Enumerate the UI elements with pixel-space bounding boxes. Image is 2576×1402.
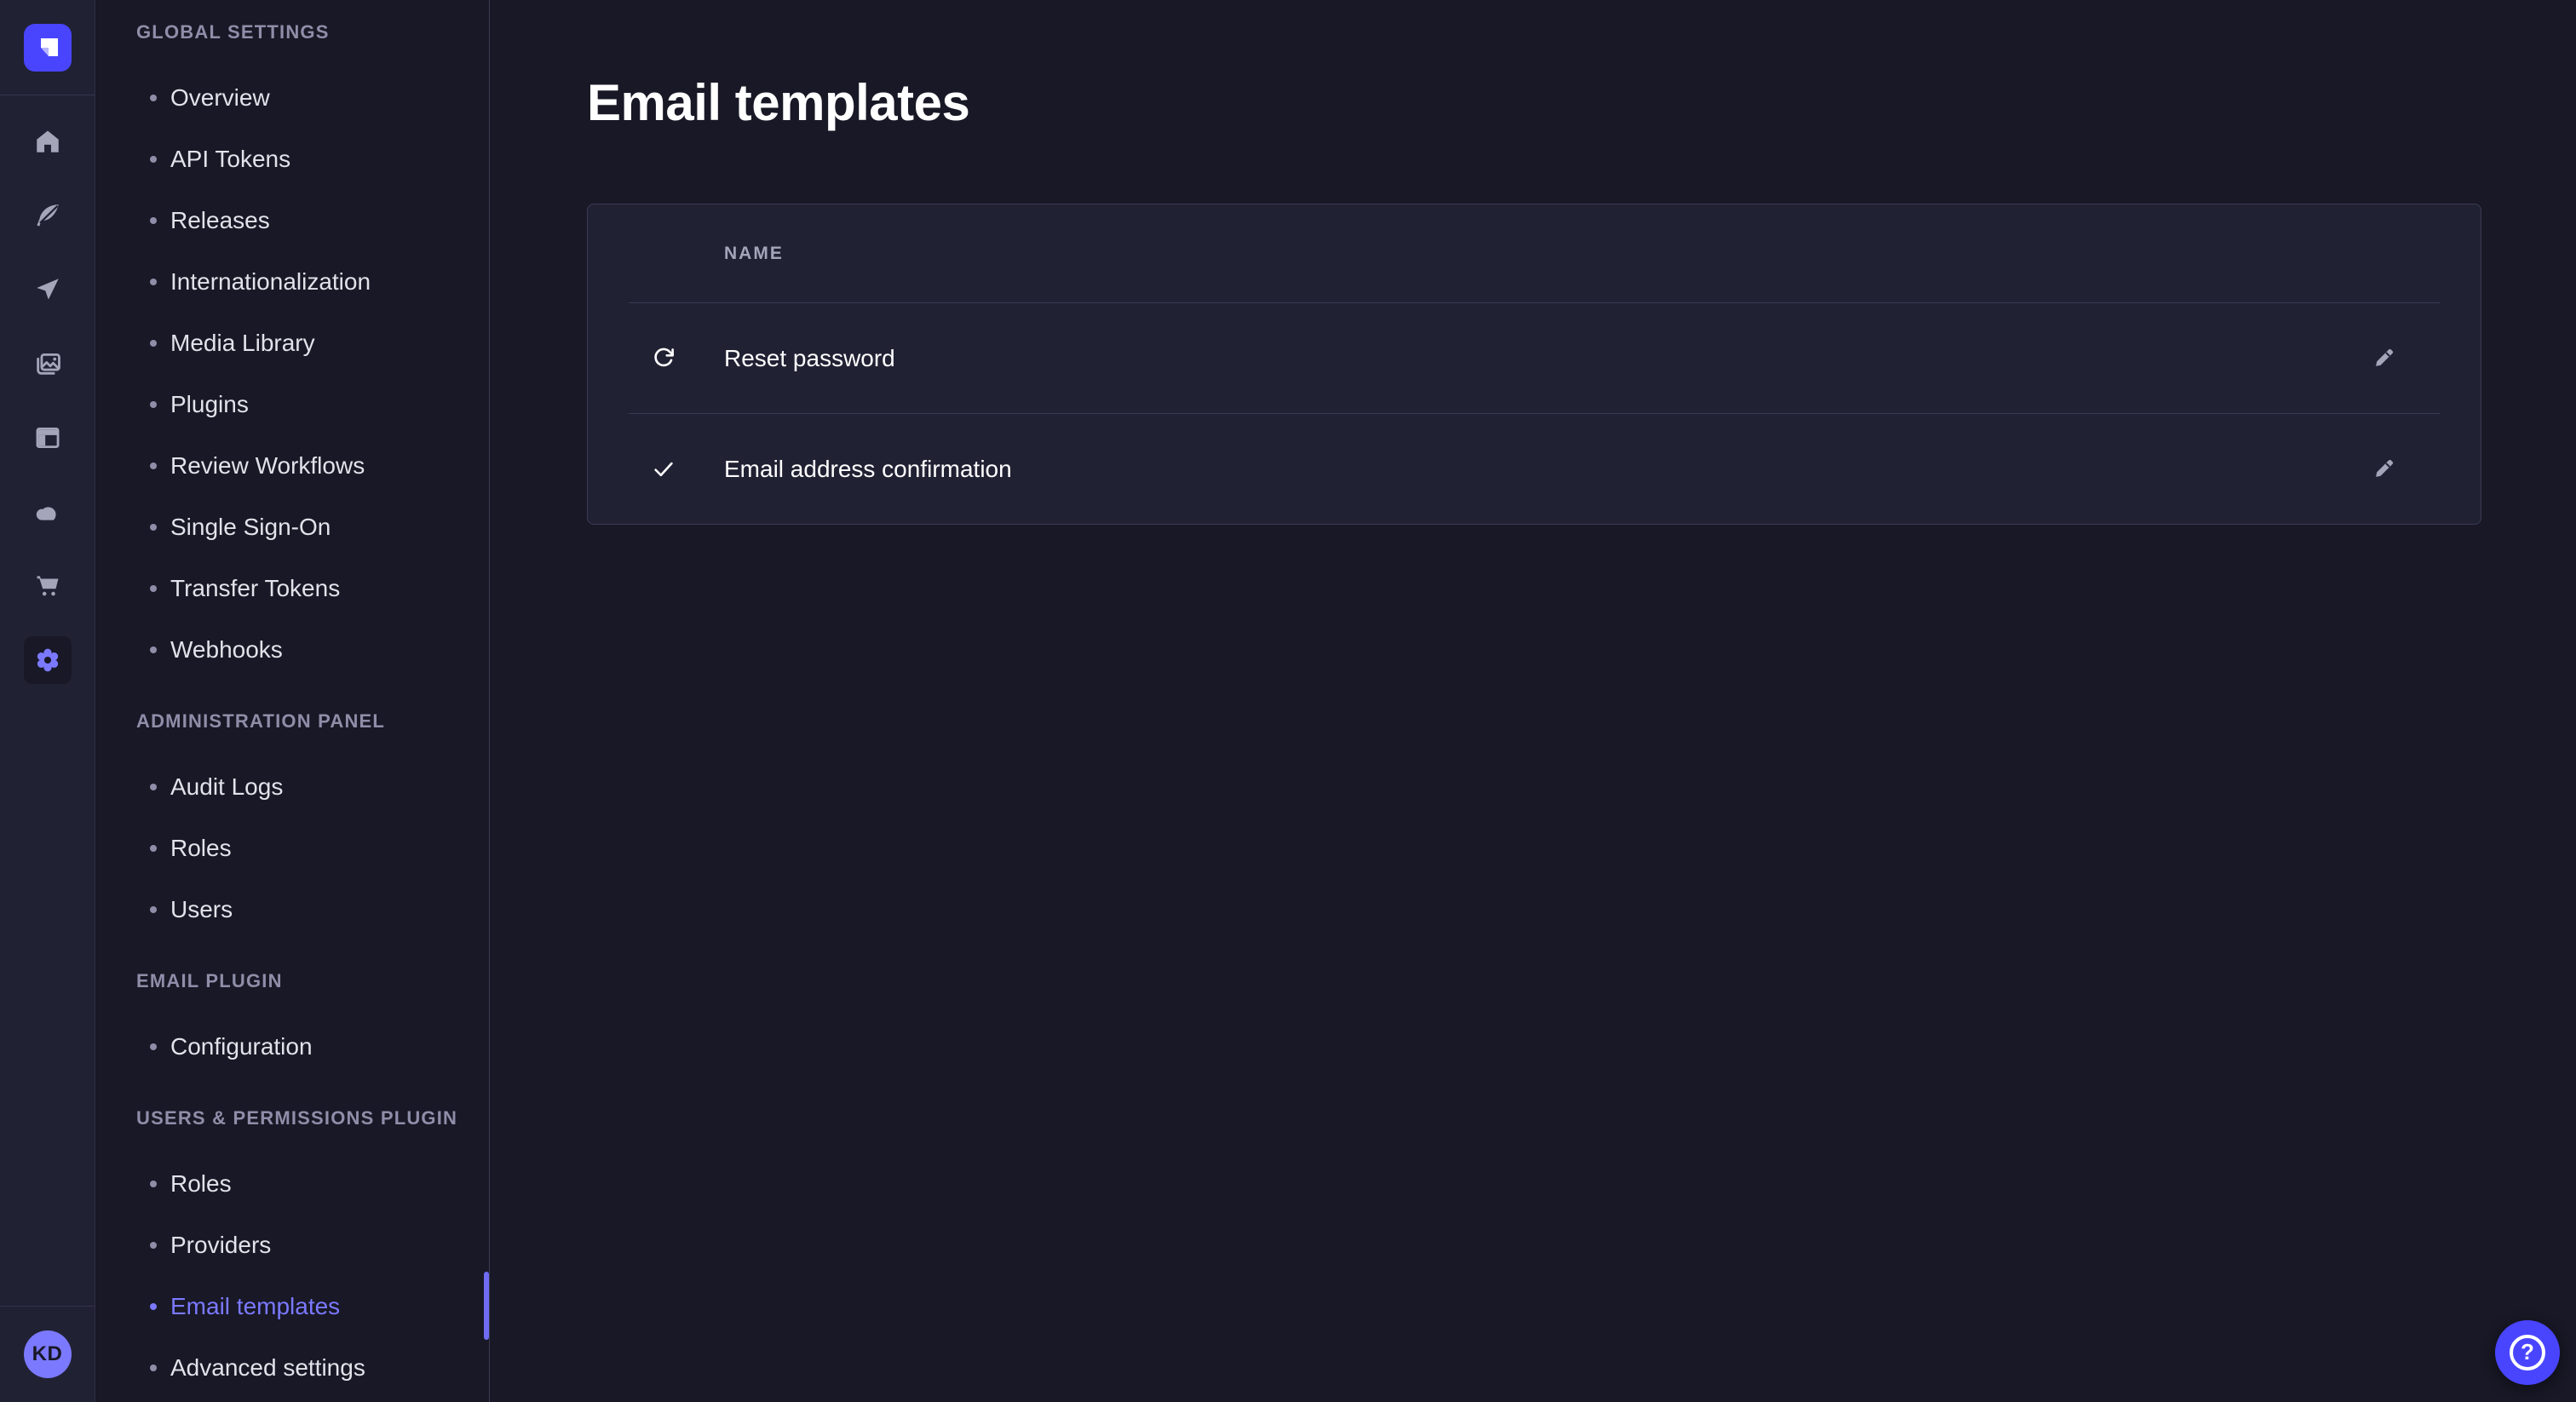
subnav-item-label: Webhooks [170, 636, 283, 664]
bullet-icon [150, 1365, 157, 1371]
subnav-section-users-permissions-plugin: Users & Permissions Plugin [136, 1106, 489, 1130]
bullet-icon [150, 95, 157, 101]
subnav-item-internationalization[interactable]: Internationalization [95, 251, 489, 313]
bullet-icon [150, 156, 157, 163]
bullet-icon [150, 1043, 157, 1050]
bullet-icon [150, 1181, 157, 1187]
subnav-item-label: Roles [170, 835, 232, 862]
subnav-item-providers[interactable]: Providers [95, 1215, 489, 1276]
table-row-email-confirmation[interactable]: Email address confirmation [588, 414, 2481, 524]
subnav-item-label: Email templates [170, 1293, 340, 1320]
media-library-icon[interactable] [24, 340, 72, 388]
subnav-list-users-permissions-plugin: Roles Providers Email templates Advanced… [95, 1153, 489, 1399]
subnav-section-global-settings: Global Settings [136, 20, 489, 44]
subnav-item-up-roles[interactable]: Roles [95, 1153, 489, 1215]
avatar-section: KD [0, 1306, 95, 1402]
bullet-icon [150, 1242, 157, 1249]
rail-icon-list [24, 95, 72, 710]
strapi-logo-icon [24, 24, 72, 72]
user-avatar[interactable]: KD [24, 1330, 72, 1378]
bullet-icon [150, 463, 157, 469]
subnav-item-review-workflows[interactable]: Review Workflows [95, 435, 489, 497]
table-row-reset-password[interactable]: Reset password [588, 303, 2481, 413]
subnav-item-plugins[interactable]: Plugins [95, 374, 489, 435]
subnav-item-transfer-tokens[interactable]: Transfer Tokens [95, 558, 489, 619]
logo-section [0, 0, 95, 95]
help-button[interactable]: ? [2495, 1320, 2560, 1385]
check-icon [650, 456, 677, 483]
subnav-item-label: Media Library [170, 330, 315, 357]
bullet-icon [150, 401, 157, 408]
subnav-item-label: Internationalization [170, 268, 371, 296]
subnav-item-admin-users[interactable]: Users [95, 879, 489, 940]
subnav-item-label: Configuration [170, 1033, 313, 1060]
subnav-item-media-library[interactable]: Media Library [95, 313, 489, 374]
subnav-item-admin-roles[interactable]: Roles [95, 818, 489, 879]
bullet-icon [150, 784, 157, 790]
subnav-list-administration-panel: Audit Logs Roles Users [95, 756, 489, 940]
pencil-icon [2371, 346, 2396, 371]
subnav-item-label: Overview [170, 84, 270, 112]
subnav-item-releases[interactable]: Releases [95, 190, 489, 251]
subnav-list-global-settings: Overview API Tokens Releases Internation… [95, 67, 489, 681]
subnav-scrollbar-thumb[interactable] [484, 1272, 489, 1340]
subnav-item-audit-logs[interactable]: Audit Logs [95, 756, 489, 818]
bullet-icon [150, 340, 157, 347]
subnav-list-email-plugin: Configuration [95, 1016, 489, 1077]
subnav-item-label: Releases [170, 207, 270, 234]
bullet-icon [150, 845, 157, 852]
refresh-icon [650, 345, 677, 372]
template-name: Reset password [724, 345, 895, 372]
page-title: Email templates [587, 74, 2481, 132]
subnav-item-overview[interactable]: Overview [95, 67, 489, 129]
subnav-item-single-sign-on[interactable]: Single Sign-On [95, 497, 489, 558]
subnav-item-label: Single Sign-On [170, 514, 331, 541]
layout-icon[interactable] [24, 414, 72, 462]
subnav-item-configuration[interactable]: Configuration [95, 1016, 489, 1077]
subnav-item-label: Audit Logs [170, 773, 283, 801]
subnav-item-label: Plugins [170, 391, 249, 418]
strapi-logo[interactable] [24, 24, 72, 72]
feather-icon[interactable] [24, 192, 72, 239]
subnav-item-email-templates[interactable]: Email templates [95, 1276, 489, 1337]
bullet-icon [150, 524, 157, 531]
bullet-icon [150, 1303, 157, 1310]
settings-subnav: Global Settings Overview API Tokens Rele… [95, 0, 490, 1402]
subnav-item-label: Roles [170, 1170, 232, 1198]
edit-reset-password-button[interactable] [2356, 331, 2411, 386]
pencil-icon [2371, 457, 2396, 482]
bullet-icon [150, 906, 157, 913]
subnav-item-label: API Tokens [170, 146, 290, 173]
bullet-icon [150, 646, 157, 653]
paper-plane-icon[interactable] [24, 266, 72, 313]
template-name: Email address confirmation [724, 456, 1012, 483]
subnav-section-email-plugin: Email Plugin [136, 969, 489, 993]
bullet-icon [150, 585, 157, 592]
bullet-icon [150, 217, 157, 224]
subnav-item-label: Review Workflows [170, 452, 365, 480]
email-templates-table: NAME Reset password [587, 204, 2481, 525]
cart-icon[interactable] [24, 562, 72, 610]
edit-email-confirmation-button[interactable] [2356, 442, 2411, 497]
subnav-item-label: Users [170, 896, 233, 923]
gear-icon[interactable] [24, 636, 72, 684]
home-icon[interactable] [24, 118, 72, 165]
subnav-item-label: Transfer Tokens [170, 575, 340, 602]
subnav-section-administration-panel: Administration Panel [136, 710, 489, 733]
app-window: KD Global Settings Overview API Tokens R… [0, 0, 2576, 1402]
table-header-row: NAME [588, 204, 2481, 302]
main-content: Email templates NAME Reset password [490, 0, 2576, 1402]
subnav-item-label: Advanced settings [170, 1354, 365, 1382]
cloud-icon[interactable] [24, 488, 72, 536]
subnav-item-api-tokens[interactable]: API Tokens [95, 129, 489, 190]
subnav-item-label: Providers [170, 1232, 271, 1259]
question-mark-icon: ? [2510, 1335, 2545, 1370]
subnav-item-webhooks[interactable]: Webhooks [95, 619, 489, 681]
name-column-header: NAME [724, 244, 784, 264]
main-nav-rail: KD [0, 0, 95, 1402]
subnav-item-advanced-settings[interactable]: Advanced settings [95, 1337, 489, 1399]
bullet-icon [150, 279, 157, 285]
